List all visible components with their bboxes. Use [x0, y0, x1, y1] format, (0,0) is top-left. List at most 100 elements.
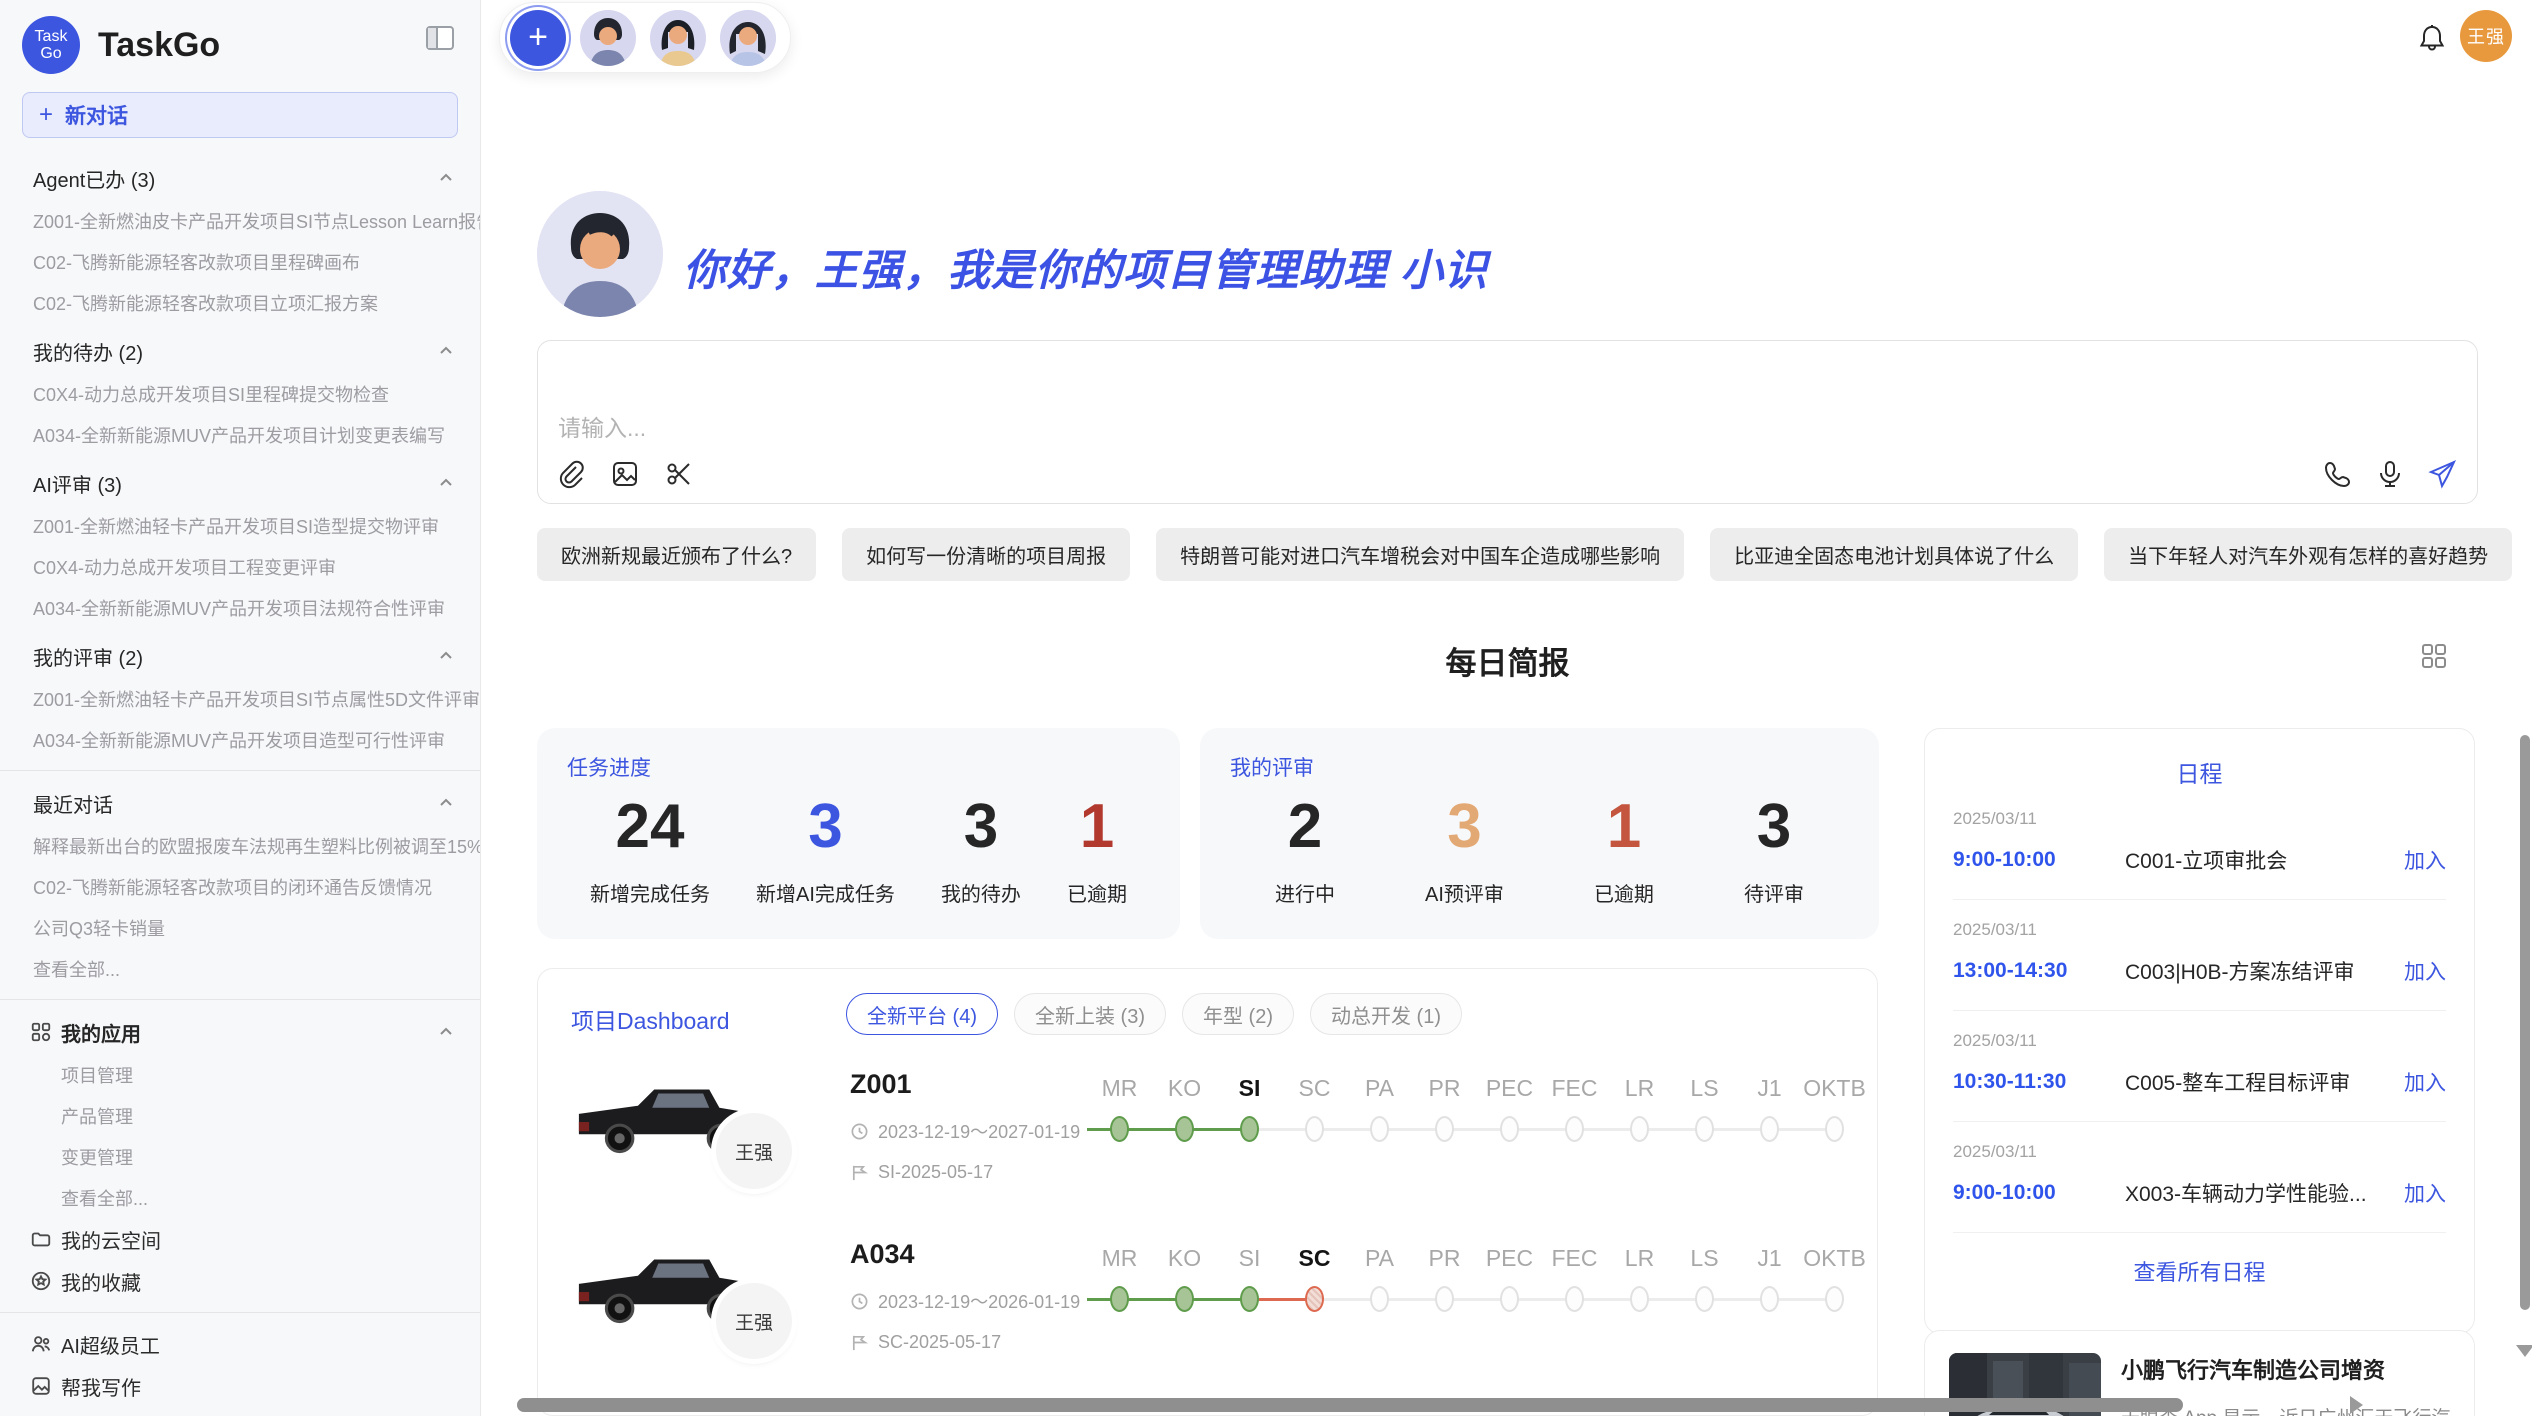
sidebar-app-item[interactable]: 产品管理 [0, 1095, 480, 1136]
milestone-dot[interactable] [1240, 1286, 1259, 1312]
milestone-dot[interactable] [1500, 1116, 1519, 1142]
milestone-dot[interactable] [1435, 1286, 1454, 1312]
new-chat-button[interactable]: + 新对话 [22, 92, 458, 138]
milestone-dot[interactable] [1630, 1116, 1649, 1142]
milestone-label: J1 [1737, 1243, 1802, 1277]
milestone-dot[interactable] [1175, 1116, 1194, 1142]
sidebar-item[interactable]: A034-全新新能源MUV产品开发项目造型可行性评审 [0, 719, 480, 760]
sidebar-item[interactable]: 解释最新出台的欧盟报废车法规再生塑料比例被调至15%... [0, 825, 480, 866]
suggestion-chip[interactable]: 欧洲新规最近颁布了什么? [537, 528, 816, 581]
sidebar-section-header[interactable]: 我的待办 (2) [0, 329, 480, 373]
add-assistant-button[interactable]: + [510, 10, 566, 66]
join-meeting-link[interactable]: 加入 [2404, 956, 2446, 986]
suggestion-chip[interactable]: 比亚迪全固态电池计划具体说了什么 [1710, 528, 2078, 581]
suggestion-chip[interactable]: 特朗普可能对进口汽车增税会对中国车企造成哪些影响 [1156, 528, 1684, 581]
vertical-scrollbar[interactable] [2520, 735, 2530, 1310]
sidebar-item-ai-super-staff[interactable]: AI超级员工 [0, 1323, 480, 1365]
sidebar-item-help-me-write[interactable]: 帮我写作 [0, 1365, 480, 1407]
sidebar-item[interactable]: C02-飞腾新能源轻客改款项目的闭环通告反馈情况 [0, 866, 480, 907]
send-icon[interactable] [2427, 459, 2457, 489]
view-all-schedule-link[interactable]: 查看所有日程 [1953, 1255, 2446, 1287]
sidebar-item[interactable]: A034-全新新能源MUV产品开发项目法规符合性评审 [0, 587, 480, 628]
paperclip-icon[interactable] [556, 459, 586, 489]
view-all-link[interactable]: 查看全部... [0, 1177, 480, 1218]
chat-input-placeholder: 请输入... [558, 409, 646, 443]
milestone-dot[interactable] [1500, 1286, 1519, 1312]
briefing-layout-icon[interactable] [2420, 642, 2448, 670]
milestone-dot[interactable] [1370, 1286, 1389, 1312]
schedule-name: C005-整车工程目标评审 [2125, 1067, 2404, 1097]
milestone-dot[interactable] [1110, 1286, 1129, 1312]
sidebar-item[interactable]: Z001-全新燃油轻卡产品开发项目SI节点属性5D文件评审 [0, 678, 480, 719]
milestone-dot[interactable] [1760, 1286, 1779, 1312]
milestone-label: SC [1282, 1073, 1347, 1107]
microphone-icon[interactable] [2375, 459, 2405, 489]
milestone-dot[interactable] [1630, 1286, 1649, 1312]
milestone: LS [1672, 1073, 1737, 1143]
milestone-dot[interactable] [1565, 1116, 1584, 1142]
dashboard-tab[interactable]: 动总开发 (1) [1310, 993, 1462, 1035]
milestone-dot[interactable] [1240, 1116, 1259, 1142]
scissors-icon[interactable] [664, 459, 694, 489]
milestone-dot[interactable] [1825, 1286, 1844, 1312]
milestone-dot[interactable] [1110, 1116, 1129, 1142]
dashboard-tab[interactable]: 全新平台 (4) [846, 993, 998, 1035]
sidebar-item[interactable]: 公司Q3轻卡销量 [0, 907, 480, 948]
dashboard-tab[interactable]: 全新上装 (3) [1014, 993, 1166, 1035]
assistant-avatar-2[interactable] [650, 10, 706, 66]
dashboard-tab[interactable]: 年型 (2) [1182, 993, 1294, 1035]
horizontal-scrollbar[interactable] [517, 1398, 2183, 1412]
schedule-row: 10:30-11:30C005-整车工程目标评审加入 [1953, 1067, 2446, 1097]
sidebar-app-item[interactable]: 项目管理 [0, 1054, 480, 1095]
milestone-dot[interactable] [1825, 1116, 1844, 1142]
assistant-avatar-3[interactable] [720, 10, 776, 66]
join-meeting-link[interactable]: 加入 [2404, 1067, 2446, 1097]
milestone-dot[interactable] [1175, 1286, 1194, 1312]
sidebar-item-my-apps[interactable]: 我的应用 [0, 1010, 480, 1054]
sidebar-item[interactable]: C0X4-动力总成开发项目SI里程碑提交物检查 [0, 373, 480, 414]
join-meeting-link[interactable]: 加入 [2404, 845, 2446, 875]
sidebar-item-favorites[interactable]: 我的收藏 [0, 1260, 480, 1302]
milestone-dot[interactable] [1760, 1116, 1779, 1142]
milestone-dot[interactable] [1305, 1286, 1324, 1312]
image-icon[interactable] [610, 459, 640, 489]
sidebar-section-header[interactable]: Agent已办 (3) [0, 156, 480, 200]
notifications-bell-icon[interactable] [2416, 22, 2448, 54]
milestone-dot[interactable] [1695, 1286, 1714, 1312]
sidebar-item[interactable]: C02-飞腾新能源轻客改款项目立项汇报方案 [0, 282, 480, 323]
clock-icon [850, 1292, 869, 1311]
assistant-avatar-1[interactable] [580, 10, 636, 66]
milestone-dot[interactable] [1370, 1116, 1389, 1142]
stat-label: AI预评审 [1425, 878, 1504, 907]
sidebar-item[interactable]: C02-飞腾新能源轻客改款项目里程碑画布 [0, 241, 480, 282]
apps-grid-icon [30, 1021, 52, 1043]
suggestion-chip[interactable]: 如何写一份清晰的项目周报 [842, 528, 1130, 581]
sidebar-item-cloud-space[interactable]: 我的云空间 [0, 1218, 480, 1260]
scroll-right-arrow-icon[interactable] [2350, 1396, 2363, 1414]
stat-value: 1 [1067, 790, 1127, 864]
sidebar-item-creative-drawing[interactable]: 创意制图 [0, 1407, 480, 1416]
sidebar-app-item[interactable]: 变更管理 [0, 1136, 480, 1177]
view-all-link[interactable]: 查看全部... [0, 948, 480, 989]
join-meeting-link[interactable]: 加入 [2404, 1178, 2446, 1208]
sidebar-item[interactable]: Z001-全新燃油轻卡产品开发项目SI造型提交物评审 [0, 505, 480, 546]
project-dates: 2023-12-19～2027-01-19 [878, 1118, 1080, 1144]
suggestion-chip[interactable]: 当下年轻人对汽车外观有怎样的喜好趋势 [2104, 528, 2512, 581]
sidebar-item[interactable]: C0X4-动力总成开发项目工程变更评审 [0, 546, 480, 587]
milestone-dot[interactable] [1435, 1116, 1454, 1142]
milestone-dot[interactable] [1305, 1116, 1324, 1142]
user-avatar[interactable]: 王强 [2460, 10, 2512, 62]
chat-input-box[interactable]: 请输入... [537, 340, 2478, 504]
sidebar-item[interactable]: Z001-全新燃油皮卡产品开发项目SI节点Lesson Learn报告 [0, 200, 480, 241]
task-progress-card: 任务进度 24新增完成任务3新增AI完成任务3我的待办1已逾期 [537, 728, 1180, 939]
sidebar-collapse-icon[interactable] [426, 26, 454, 50]
phone-icon[interactable] [2323, 459, 2353, 489]
sidebar-section-header[interactable]: AI评审 (3) [0, 461, 480, 505]
sidebar-section-header[interactable]: 我的评审 (2) [0, 634, 480, 678]
sidebar-section-header[interactable]: 最近对话 [0, 781, 480, 825]
sidebar-item[interactable]: A034-全新新能源MUV产品开发项目计划变更表编写 [0, 414, 480, 455]
milestone-dot[interactable] [1695, 1116, 1714, 1142]
scroll-down-arrow-icon[interactable] [2516, 1345, 2532, 1357]
stat-label: 新增AI完成任务 [756, 878, 895, 907]
milestone-dot[interactable] [1565, 1286, 1584, 1312]
